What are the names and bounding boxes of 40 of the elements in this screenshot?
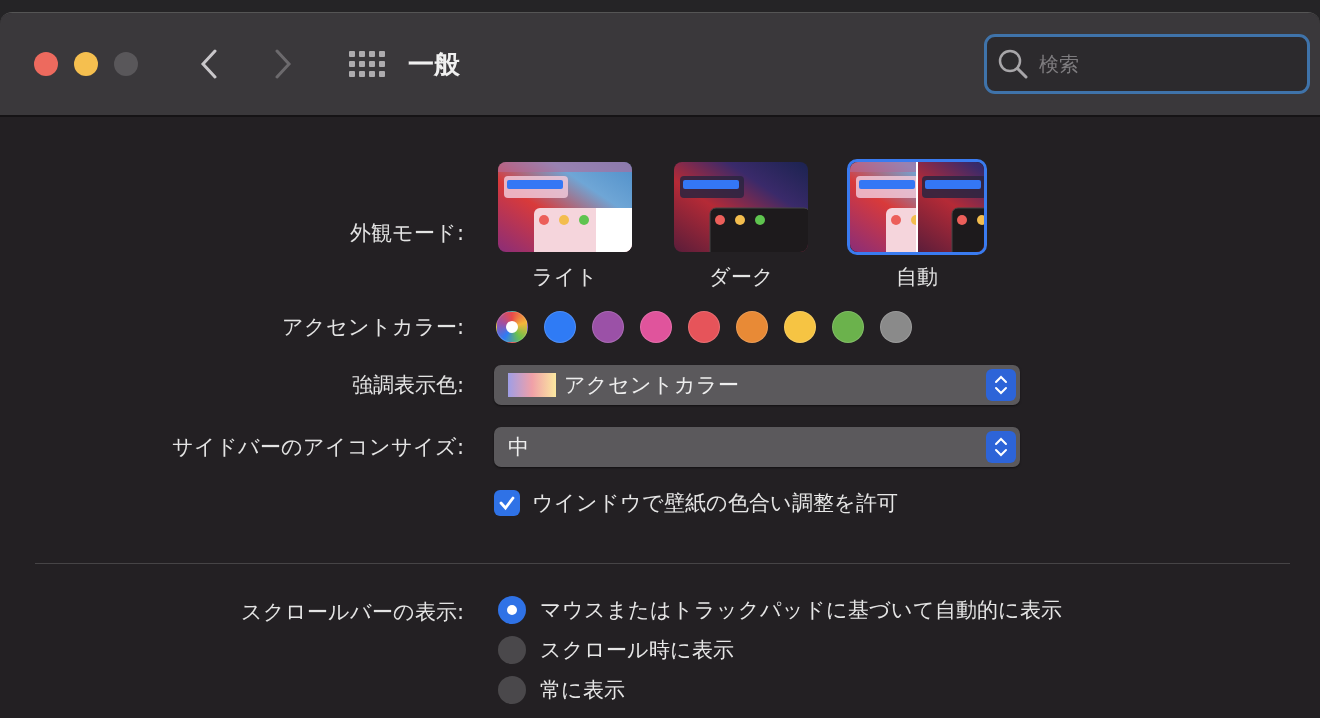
accent-swatch[interactable] [832,311,864,343]
checkbox-label: ウインドウで壁紙の色合い調整を許可 [532,490,898,517]
radio-label: スクロール時に表示 [540,637,734,664]
field-label: 強調表示色: [350,372,465,399]
radio-button[interactable] [498,676,526,704]
accent-swatch[interactable] [544,311,576,343]
accent-swatch[interactable] [592,311,624,343]
field-label: 外観モード: [348,220,465,247]
field-label: アクセントカラー: [280,314,465,341]
minimize-icon[interactable] [74,52,98,76]
radio-label: マウスまたはトラックパッドに基づいて自動的に表示 [540,597,1062,624]
option-label: ダーク [708,264,774,291]
accent-swatch[interactable] [688,311,720,343]
stepper-icon [986,431,1016,463]
radio-button[interactable] [498,636,526,664]
close-icon[interactable] [34,52,58,76]
accent-swatch[interactable] [640,311,672,343]
accent-swatch[interactable] [736,311,768,343]
option-label: 自動 [896,264,938,291]
popup-button[interactable]: 中 [494,427,1020,467]
window-title: 一般 [408,47,460,81]
grid-icon[interactable] [348,50,386,78]
option-label: ライト [532,264,598,291]
appearance-thumbnail[interactable] [847,159,987,255]
checkmark-icon [498,494,516,512]
search-field[interactable]: 検索 [984,34,1310,94]
accent-swatch[interactable] [880,311,912,343]
accent-swatch[interactable] [496,311,528,343]
appearance-thumbnail[interactable] [495,159,635,255]
search-icon [998,49,1028,79]
gradient-swatch-icon [508,373,556,397]
popup-button[interactable]: アクセントカラー [494,365,1020,405]
field-label: スクロールバーの表示: [239,599,465,626]
radio-label: 常に表示 [540,677,625,704]
field-label: サイドバーのアイコンサイズ: [170,434,465,461]
stepper-icon [986,369,1016,401]
radio-button[interactable] [498,596,526,624]
appearance-thumbnail[interactable] [671,159,811,255]
accent-swatch[interactable] [784,311,816,343]
checkbox[interactable] [494,490,520,516]
